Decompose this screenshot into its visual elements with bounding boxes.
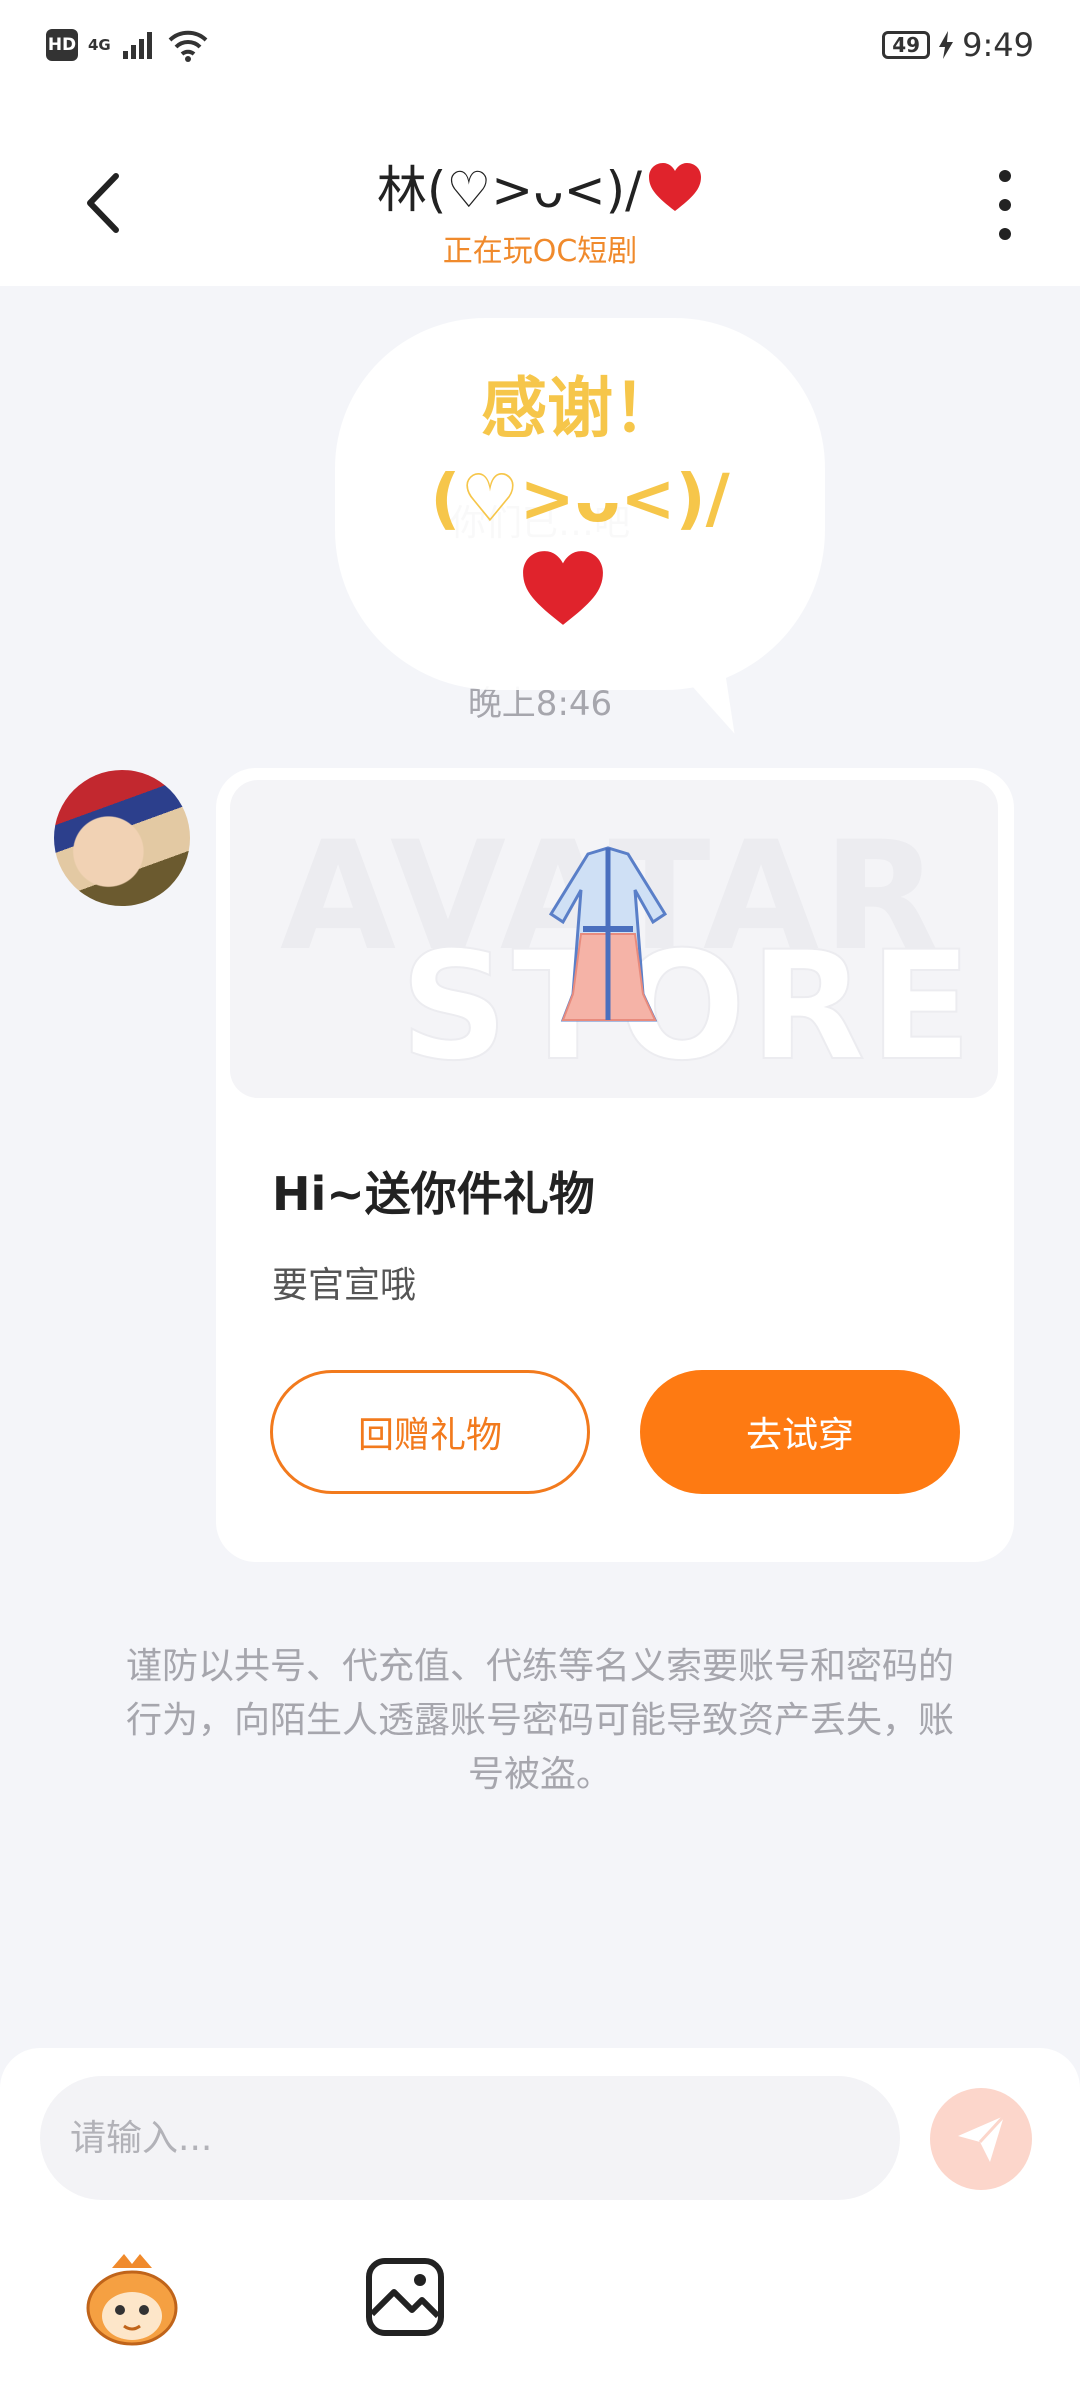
signal-icon xyxy=(122,32,152,59)
network-type: 4G xyxy=(88,36,111,54)
avatar[interactable] xyxy=(54,770,190,906)
battery-indicator: 49 xyxy=(882,31,931,59)
status-left: HD 4G xyxy=(46,28,209,62)
thanks-popup-text: 感谢！(♡>ᴗ<)/ xyxy=(430,370,730,537)
charging-icon xyxy=(939,31,954,59)
contact-status: 正在玩OC短剧 xyxy=(442,234,638,269)
status-right: 49 9:49 xyxy=(882,26,1034,64)
try-on-button[interactable]: 去试穿 xyxy=(640,1370,960,1494)
image-icon[interactable] xyxy=(364,2256,446,2338)
more-icon[interactable] xyxy=(990,170,1020,240)
chat-title: 林(♡>ᴗ<)/ xyxy=(0,150,1080,222)
clock: 9:49 xyxy=(962,26,1034,64)
status-bar: HD 4G 49 9:49 xyxy=(0,0,1080,100)
contact-name: 林(♡>ᴗ<)/ xyxy=(376,161,642,219)
gift-title: Hi~送你件礼物 xyxy=(272,1167,595,1221)
gift-description: 要官宣哦 xyxy=(272,1265,417,1306)
wifi-icon xyxy=(168,30,208,62)
hd-badge: HD xyxy=(46,29,78,61)
send-icon xyxy=(958,2114,1006,2162)
message-input[interactable] xyxy=(40,2076,900,2200)
return-gift-button[interactable]: 回赠礼物 xyxy=(270,1370,590,1494)
heart-icon xyxy=(649,163,702,211)
heart-icon xyxy=(523,551,603,625)
robe-icon xyxy=(548,846,668,1022)
mascot-icon[interactable] xyxy=(82,2250,182,2350)
security-warning: 谨防以共号、代充值、代练等名义索要账号和密码的行为，向陌生人透露账号密码可能导致… xyxy=(125,1646,954,1795)
send-button[interactable] xyxy=(930,2088,1032,2190)
watermark-store: STORE xyxy=(399,919,976,1095)
